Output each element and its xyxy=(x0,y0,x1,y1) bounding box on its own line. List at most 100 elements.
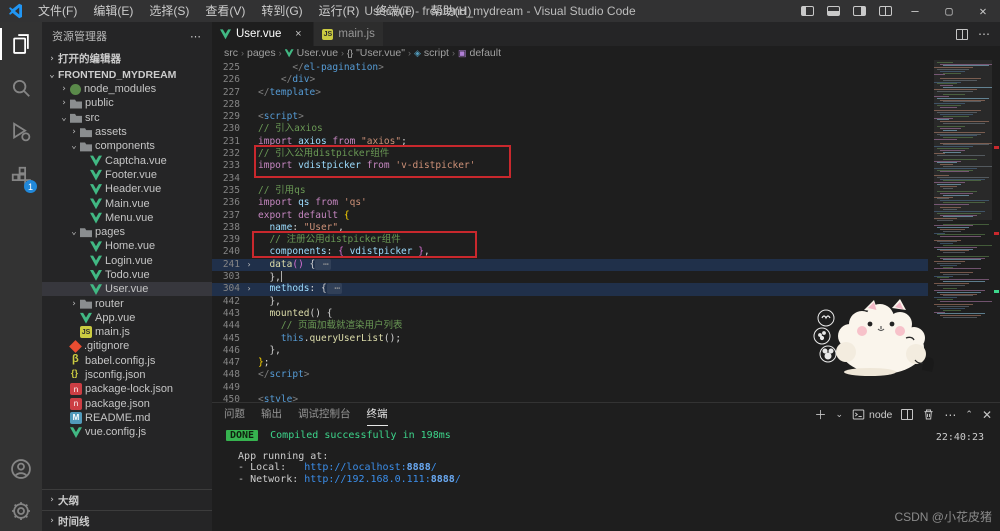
tree-item-babel-config-js[interactable]: babel.config.js xyxy=(42,353,212,368)
code-editor[interactable]: 225 </el-pagination> 226 </div> 227 </templ… xyxy=(212,60,1000,402)
tree-item-router[interactable]: › router xyxy=(42,296,212,310)
menu-item[interactable]: 终端(T) xyxy=(367,0,422,22)
tree-item--gitignore[interactable]: .gitignore xyxy=(42,339,212,353)
maximize-button[interactable]: ▢ xyxy=(932,0,966,22)
terminal-link[interactable]: / xyxy=(455,474,461,485)
panel-more-icon[interactable]: ⋯ xyxy=(944,408,956,422)
code-line-227[interactable]: 227 </template> xyxy=(212,87,928,99)
tree-item-login-vue[interactable]: Login.vue xyxy=(42,254,212,268)
tree-item-public[interactable]: › public xyxy=(42,96,212,110)
code-line-230[interactable]: 230// 引入axios xyxy=(212,123,928,135)
tree-item-captcha-vue[interactable]: Captcha.vue xyxy=(42,153,212,167)
code-line-237[interactable]: 237 export default { xyxy=(212,210,928,222)
tree-item-footer-vue[interactable]: Footer.vue xyxy=(42,168,212,182)
tree-item-pages[interactable]: ⌄ pages xyxy=(42,225,212,239)
toggle-secondary-sidebar-icon[interactable] xyxy=(846,0,872,22)
editor-more-icon[interactable]: ⋯ xyxy=(978,27,990,41)
code-line-442[interactable]: 442 }, xyxy=(212,296,928,308)
menu-item[interactable]: 转到(G) xyxy=(253,0,310,22)
minimap[interactable] xyxy=(934,60,992,322)
code-line-446[interactable]: 446 }, xyxy=(212,345,928,357)
menu-item[interactable]: 选择(S) xyxy=(141,0,197,22)
sidebar-section-时间线[interactable]: › 时间线 xyxy=(42,510,212,531)
kill-terminal-trash-icon[interactable] xyxy=(922,408,935,421)
tree-item-src[interactable]: ⌄ src xyxy=(42,111,212,125)
menu-item[interactable]: 查看(V) xyxy=(197,0,253,22)
code-line-228[interactable]: 228 xyxy=(212,99,928,111)
search-icon[interactable] xyxy=(0,66,42,110)
code-line-443[interactable]: 443 mounted() { xyxy=(212,308,928,320)
minimize-button[interactable]: — xyxy=(898,0,932,22)
code-line-304[interactable]: 304 › methods: { ⋯ xyxy=(212,283,928,296)
code-line-235[interactable]: 235// 引用qs xyxy=(212,185,928,197)
fold-arrow-icon[interactable]: › xyxy=(240,283,258,295)
tab-close-icon[interactable]: × xyxy=(291,28,305,40)
panel-tab-问题[interactable]: 问题 xyxy=(224,403,245,426)
tree-item-package-json[interactable]: package.json xyxy=(42,397,212,411)
code-line-303[interactable]: 303 }, xyxy=(212,271,928,283)
tree-item-jsconfig-json[interactable]: jsconfig.json xyxy=(42,368,212,382)
breadcrumb-item[interactable]: ▣ default xyxy=(458,47,501,59)
explorer-icon[interactable] xyxy=(0,22,42,66)
terminal-link[interactable]: / xyxy=(431,462,437,473)
tree-item-main-vue[interactable]: Main.vue xyxy=(42,196,212,210)
code-line-444[interactable]: 444 // 页面加载就渲染用户列表 xyxy=(212,320,928,332)
code-line-239[interactable]: 239 // 注册公用distpicker组件 xyxy=(212,234,928,246)
breadcrumb-item[interactable]: pages xyxy=(247,47,276,59)
open-editors-section[interactable]: › 打开的编辑器 xyxy=(42,50,212,67)
tree-item-package-lock-json[interactable]: package-lock.json xyxy=(42,382,212,396)
tree-item-main-js[interactable]: main.js xyxy=(42,325,212,339)
customize-layout-icon[interactable] xyxy=(872,0,898,22)
close-button[interactable]: ✕ xyxy=(966,0,1000,22)
menu-item[interactable]: 运行(R) xyxy=(311,0,368,22)
account-icon[interactable] xyxy=(0,447,42,491)
menu-item[interactable]: 帮助(H) xyxy=(423,0,480,22)
code-line-445[interactable]: 445 this.queryUserList(); xyxy=(212,333,928,345)
tree-item-home-vue[interactable]: Home.vue xyxy=(42,239,212,253)
code-line-229[interactable]: 229 <script> xyxy=(212,111,928,123)
code-line-241[interactable]: 241 › data() { ⋯ xyxy=(212,258,928,272)
menu-item[interactable]: 文件(F) xyxy=(30,0,85,22)
code-line-448[interactable]: 448 </script> xyxy=(212,369,928,381)
panel-tab-终端[interactable]: 终端 xyxy=(366,403,388,426)
project-root-item[interactable]: ⌄ FRONTEND_MYDREAM xyxy=(42,67,212,82)
editor-tab-main-js[interactable]: main.js xyxy=(314,22,384,46)
code-line-240[interactable]: 240 components: { vdistpicker }, xyxy=(212,246,928,258)
new-terminal-icon[interactable]: ＋ xyxy=(814,406,826,423)
breadcrumb-item[interactable]: {} "User.vue" xyxy=(347,47,405,59)
terminal-output[interactable]: 22:40:23 DONE Compiled successfully in 1… xyxy=(212,426,1000,531)
breadcrumb-item[interactable]: User.vue xyxy=(284,47,338,59)
close-panel-icon[interactable]: ✕ xyxy=(982,408,992,422)
explorer-more-icon[interactable]: ⋯ xyxy=(190,30,202,43)
split-editor-icon[interactable] xyxy=(956,28,968,40)
tree-item-header-vue[interactable]: Header.vue xyxy=(42,182,212,196)
tree-item-user-vue[interactable]: User.vue xyxy=(42,282,212,297)
tree-item-todo-vue[interactable]: Todo.vue xyxy=(42,268,212,282)
code-line-225[interactable]: 225 </el-pagination> xyxy=(212,62,928,74)
terminal-link[interactable]: http://localhost: xyxy=(304,462,406,473)
terminal-link[interactable]: http://192.168.0.111: xyxy=(304,474,430,485)
code-line-234[interactable]: 234 xyxy=(212,173,928,185)
settings-gear-icon[interactable] xyxy=(0,491,42,531)
code-line-450[interactable]: 450 <style> xyxy=(212,394,928,402)
breadcrumb-item[interactable]: ◈ script xyxy=(414,47,449,59)
code-line-233[interactable]: 233 import vdistpicker from 'v-distpicker… xyxy=(212,160,928,172)
toggle-panel-icon[interactable] xyxy=(820,0,846,22)
breadcrumb-item[interactable]: src xyxy=(224,47,238,59)
terminal-shell-item[interactable]: node xyxy=(852,408,892,421)
tree-item-menu-vue[interactable]: Menu.vue xyxy=(42,211,212,225)
panel-tab-调试控制台[interactable]: 调试控制台 xyxy=(298,403,351,426)
tree-item-readme-md[interactable]: README.md xyxy=(42,411,212,425)
code-line-447[interactable]: 447}; xyxy=(212,357,928,369)
tree-item-assets[interactable]: › assets xyxy=(42,125,212,139)
toggle-sidebar-icon[interactable] xyxy=(794,0,820,22)
fold-arrow-icon[interactable]: › xyxy=(240,259,258,271)
maximize-panel-icon[interactable]: ⌃ xyxy=(965,409,973,420)
split-terminal-icon[interactable] xyxy=(901,409,914,420)
editor-tab-user-vue[interactable]: User.vue × xyxy=(212,22,315,46)
terminal-dropdown-icon[interactable]: ⌄ xyxy=(835,409,843,420)
panel-tab-输出[interactable]: 输出 xyxy=(261,403,282,426)
code-line-236[interactable]: 236 import qs from 'qs' xyxy=(212,197,928,209)
tree-item-vue-config-js[interactable]: vue.config.js xyxy=(42,425,212,439)
tree-item-app-vue[interactable]: App.vue xyxy=(42,311,212,325)
